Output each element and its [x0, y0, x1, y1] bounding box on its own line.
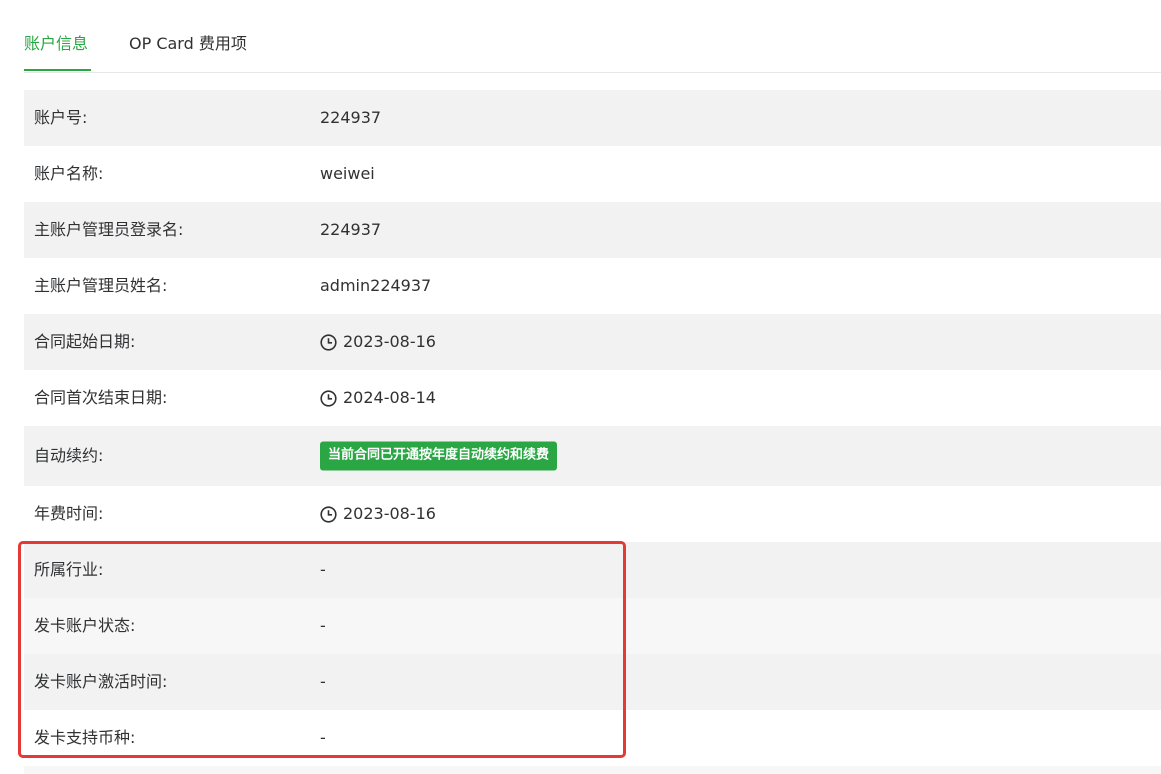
- card-currencies-value: -: [320, 728, 326, 747]
- card-account-status-value: -: [320, 616, 326, 635]
- info-row-partial: [24, 766, 1161, 774]
- industry-value: -: [320, 560, 326, 579]
- clock-icon: [320, 333, 337, 351]
- auto-renew-status-badge: 当前合同已开通按年度自动续约和续费: [320, 441, 558, 471]
- annual-fee-date: 2023-08-16: [343, 504, 436, 523]
- card-activation-time-value: -: [320, 672, 326, 691]
- row-label: 账户号:: [34, 108, 88, 127]
- row-value: 2023-08-16: [320, 503, 436, 525]
- info-row-account-name: 账户名称: weiwei: [24, 146, 1161, 202]
- row-label: 所属行业:: [34, 560, 104, 579]
- tab-op-card-fees[interactable]: OP Card 费用项: [129, 33, 247, 55]
- row-value: 224937: [320, 107, 381, 129]
- contract-first-end-date: 2024-08-14: [343, 388, 436, 407]
- admin-login-value: 224937: [320, 220, 382, 239]
- row-value: -: [320, 559, 326, 581]
- row-value: admin224937: [320, 275, 431, 297]
- row-label: 账户名称:: [34, 164, 104, 183]
- row-label: 发卡账户状态:: [34, 616, 136, 635]
- row-value: weiwei: [320, 163, 375, 185]
- row-value: 2024-08-14: [320, 387, 436, 409]
- row-value: -: [320, 727, 326, 749]
- clock-icon: [320, 505, 337, 523]
- info-row-account-number: 账户号: 224937: [24, 90, 1161, 146]
- row-label: 合同起始日期:: [34, 332, 136, 351]
- row-value: -: [320, 615, 326, 637]
- row-label: 主账户管理员登录名:: [34, 220, 184, 239]
- row-value: 2023-08-16: [320, 331, 436, 353]
- active-tab-indicator: [24, 69, 91, 71]
- row-label: 合同首次结束日期:: [34, 388, 168, 407]
- info-row-contract-start: 合同起始日期: 2023-08-16: [24, 314, 1161, 370]
- row-label: 发卡账户激活时间:: [34, 672, 168, 691]
- info-row-industry: 所属行业: -: [24, 542, 1161, 598]
- account-info-table: 账户号: 224937 账户名称: weiwei 主账户管理员登录名: 2249…: [24, 90, 1161, 774]
- info-row-admin-login: 主账户管理员登录名: 224937: [24, 202, 1161, 258]
- info-row-annual-fee-time: 年费时间: 2023-08-16: [24, 486, 1161, 542]
- info-row-card-activation-time: 发卡账户激活时间: -: [24, 654, 1161, 710]
- row-value: 224937: [320, 219, 381, 241]
- tab-bar: 账户信息 OP Card 费用项: [24, 0, 1161, 73]
- info-row-card-currencies: 发卡支持币种: -: [24, 710, 1161, 766]
- admin-name-value: admin224937: [320, 276, 432, 295]
- account-detail-page: 账户信息 OP Card 费用项 账户号: 224937 账户名称: weiwe…: [0, 0, 1161, 774]
- clock-icon: [320, 389, 337, 407]
- info-row-card-account-status: 发卡账户状态: -: [24, 598, 1161, 654]
- info-row-auto-renew: 自动续约: 当前合同已开通按年度自动续约和续费: [24, 426, 1161, 486]
- account-name-value: weiwei: [320, 164, 375, 183]
- row-label: 自动续约:: [34, 446, 104, 465]
- row-label: 发卡支持币种:: [34, 728, 136, 747]
- account-number-value: 224937: [320, 108, 382, 127]
- row-label: 主账户管理员姓名:: [34, 276, 168, 295]
- row-label: 年费时间:: [34, 504, 104, 523]
- row-value: -: [320, 671, 326, 693]
- contract-start-date: 2023-08-16: [343, 332, 436, 351]
- info-row-admin-name: 主账户管理员姓名: admin224937: [24, 258, 1161, 314]
- tab-account-info[interactable]: 账户信息: [24, 33, 88, 55]
- row-value: 当前合同已开通按年度自动续约和续费: [320, 441, 558, 471]
- info-row-contract-first-end: 合同首次结束日期: 2024-08-14: [24, 370, 1161, 426]
